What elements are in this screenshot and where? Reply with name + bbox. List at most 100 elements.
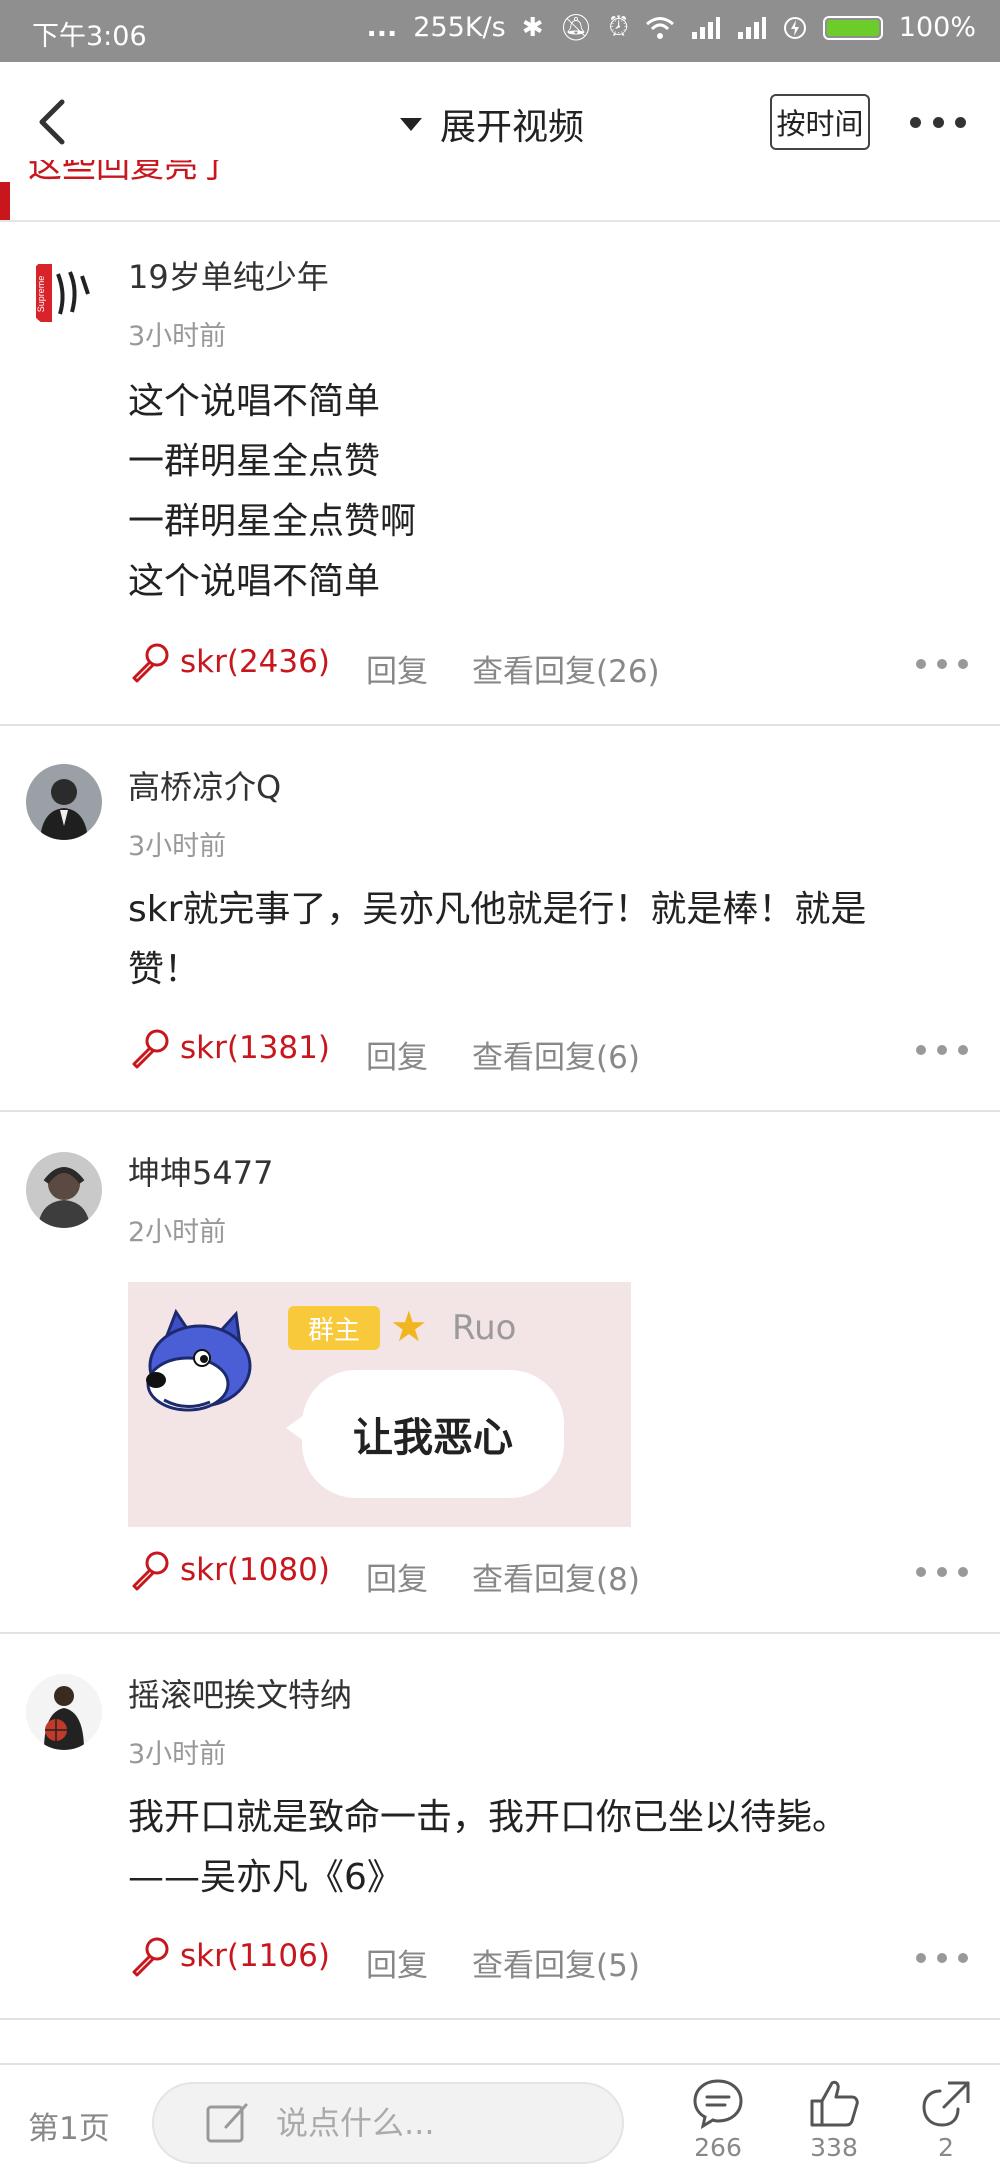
microphone-icon xyxy=(132,1551,169,1591)
star-icon: ★ xyxy=(390,1302,428,1351)
network-speed: 255K/s xyxy=(413,12,506,43)
status-dots: ... xyxy=(366,12,398,43)
dot xyxy=(910,116,921,128)
comment-item: 摇滚吧挨文特纳 3小时前 我开口就是致命一击，我开口你已坐以待毙。 ——吴亦凡《… xyxy=(0,1634,1000,2020)
comment-more-button[interactable] xyxy=(916,1948,968,1968)
comment-line: 赞！ xyxy=(128,949,201,990)
battery-icon xyxy=(822,15,883,40)
avatar[interactable] xyxy=(26,1152,102,1228)
comment-input-box[interactable] xyxy=(152,2082,624,2164)
timestamp: 3小时前 xyxy=(128,321,227,352)
skr-like-button[interactable]: skr(1381) xyxy=(128,1026,330,1070)
comment-text: 我开口就是致命一击，我开口你已坐以待毙。 ——吴亦凡《6》 xyxy=(128,1788,948,1908)
dot xyxy=(958,659,968,669)
comment-actions: skr(1080) 回复 查看回复(8) xyxy=(128,1548,968,1598)
mute-bell-icon: 🔕︎ xyxy=(559,12,593,43)
share-icon xyxy=(922,2081,970,2127)
dot xyxy=(916,659,926,669)
comment-line: 一群明星全点赞 xyxy=(128,441,381,482)
microphone-icon xyxy=(132,643,169,683)
avatar[interactable]: Supreme xyxy=(26,254,102,330)
username[interactable]: 坤坤5477 xyxy=(128,1148,273,1194)
reply-button[interactable]: 回复 xyxy=(366,646,428,691)
expand-video-toggle[interactable]: 展开视频 xyxy=(400,98,584,150)
view-replies-link[interactable]: 查看回复(6) xyxy=(472,1032,640,1077)
username[interactable]: 19岁单纯少年 xyxy=(128,252,329,298)
comment-text: skr就完事了，吴亦凡他就是行！就是棒！就是 赞！ xyxy=(128,880,948,1000)
comment-more-button[interactable] xyxy=(916,654,968,674)
view-replies-link[interactable]: 查看回复(26) xyxy=(472,646,660,691)
svg-text:Supreme: Supreme xyxy=(36,276,46,313)
dot xyxy=(937,1045,947,1055)
section-marker xyxy=(0,182,10,220)
skr-like-button[interactable]: skr(2436) xyxy=(128,640,330,684)
comment-item: 坤坤5477 2小时前 群主 ★ Ruo 让我恶心 skr(1080) 回复 查… xyxy=(0,1112,1000,1634)
dot xyxy=(958,1045,968,1055)
comment-actions: skr(1381) 回复 查看回复(6) xyxy=(128,1026,968,1076)
battery-percent: 100% xyxy=(898,12,976,43)
reply-button[interactable]: 回复 xyxy=(366,1554,428,1599)
comment-bubble-icon xyxy=(693,2079,743,2130)
bluetooth-icon: ✱ xyxy=(521,12,544,43)
comment-text: 这个说唱不简单 一群明星全点赞 一群明星全点赞啊 这个说唱不简单 xyxy=(128,372,948,612)
comment-count: 266 xyxy=(694,2133,742,2162)
view-replies-link[interactable]: 查看回复(5) xyxy=(472,1940,640,1985)
group-owner-badge: 群主 xyxy=(288,1306,380,1350)
username[interactable]: 高桥凉介Q xyxy=(128,762,281,808)
comments-button[interactable]: 266 xyxy=(676,2075,760,2175)
comment-line: skr就完事了，吴亦凡他就是行！就是棒！就是 xyxy=(128,889,867,930)
status-bar: 下午3:06 ... 255K/s ✱ 🔕︎ ⏰︎ 100% xyxy=(0,0,1000,62)
back-icon[interactable] xyxy=(28,92,78,152)
dot xyxy=(937,659,947,669)
avatar[interactable] xyxy=(26,1674,102,1750)
reply-button[interactable]: 回复 xyxy=(366,1032,428,1077)
status-indicators: ... 255K/s ✱ 🔕︎ ⏰︎ 100% xyxy=(367,12,976,43)
nav-title: 展开视频 xyxy=(440,107,585,148)
section-title: 这些回复亮了 xyxy=(28,160,232,196)
skr-count: skr(1106) xyxy=(180,1938,330,1974)
caret-down-icon xyxy=(400,117,422,131)
comment-more-button[interactable] xyxy=(916,1040,968,1060)
signal-icon xyxy=(691,16,720,39)
page-indicator[interactable]: 第1页 xyxy=(28,2103,110,2148)
microphone-icon xyxy=(132,1937,169,1977)
comment-line: ——吴亦凡《6》 xyxy=(128,1857,403,1898)
like-button[interactable]: 338 xyxy=(792,2075,876,2175)
timestamp: 2小时前 xyxy=(128,1217,227,1248)
microphone-icon xyxy=(132,1029,169,1069)
reply-button[interactable]: 回复 xyxy=(366,1940,428,1985)
dot xyxy=(958,1567,968,1577)
comment-image[interactable]: 群主 ★ Ruo 让我恶心 xyxy=(128,1282,631,1527)
dot xyxy=(958,1953,968,1963)
sort-by-time-button[interactable]: 按时间 xyxy=(770,94,870,150)
edit-icon xyxy=(206,2103,248,2143)
bottom-bar: 第1页 266 338 2 xyxy=(0,2063,1000,2177)
comment-actions: skr(1106) 回复 查看回复(5) xyxy=(128,1934,968,1984)
comment-line: 这个说唱不简单 xyxy=(128,561,381,602)
dot xyxy=(916,1567,926,1577)
dot xyxy=(937,1953,947,1963)
more-options-button[interactable] xyxy=(910,102,966,142)
dot xyxy=(916,1045,926,1055)
skr-like-button[interactable]: skr(1080) xyxy=(128,1548,330,1592)
skr-count: skr(1080) xyxy=(180,1552,330,1588)
avatar[interactable] xyxy=(26,764,102,840)
comment-more-button[interactable] xyxy=(916,1562,968,1582)
dot xyxy=(932,116,944,128)
skr-count: skr(1381) xyxy=(180,1030,330,1066)
thumbs-up-icon xyxy=(810,2080,859,2127)
view-replies-link[interactable]: 查看回复(8) xyxy=(472,1554,640,1599)
username[interactable]: 摇滚吧挨文特纳 xyxy=(128,1670,352,1716)
like-count: 338 xyxy=(810,2133,858,2162)
dot xyxy=(937,1567,947,1577)
section-title-text: 这些回复亮了 xyxy=(28,160,232,186)
speech-bubble: 让我恶心 xyxy=(302,1370,564,1498)
comment-line: 一群明星全点赞啊 xyxy=(128,501,417,542)
comment-input[interactable] xyxy=(276,2104,576,2142)
signal-icon-2 xyxy=(737,16,766,39)
wifi-icon xyxy=(645,16,674,39)
alarm-icon: ⏰︎ xyxy=(608,12,629,42)
comment-item: 高桥凉介Q 3小时前 skr就完事了，吴亦凡他就是行！就是棒！就是 赞！ skr… xyxy=(0,726,1000,1112)
share-button[interactable]: 2 xyxy=(904,2075,988,2175)
skr-like-button[interactable]: skr(1106) xyxy=(128,1934,330,1978)
